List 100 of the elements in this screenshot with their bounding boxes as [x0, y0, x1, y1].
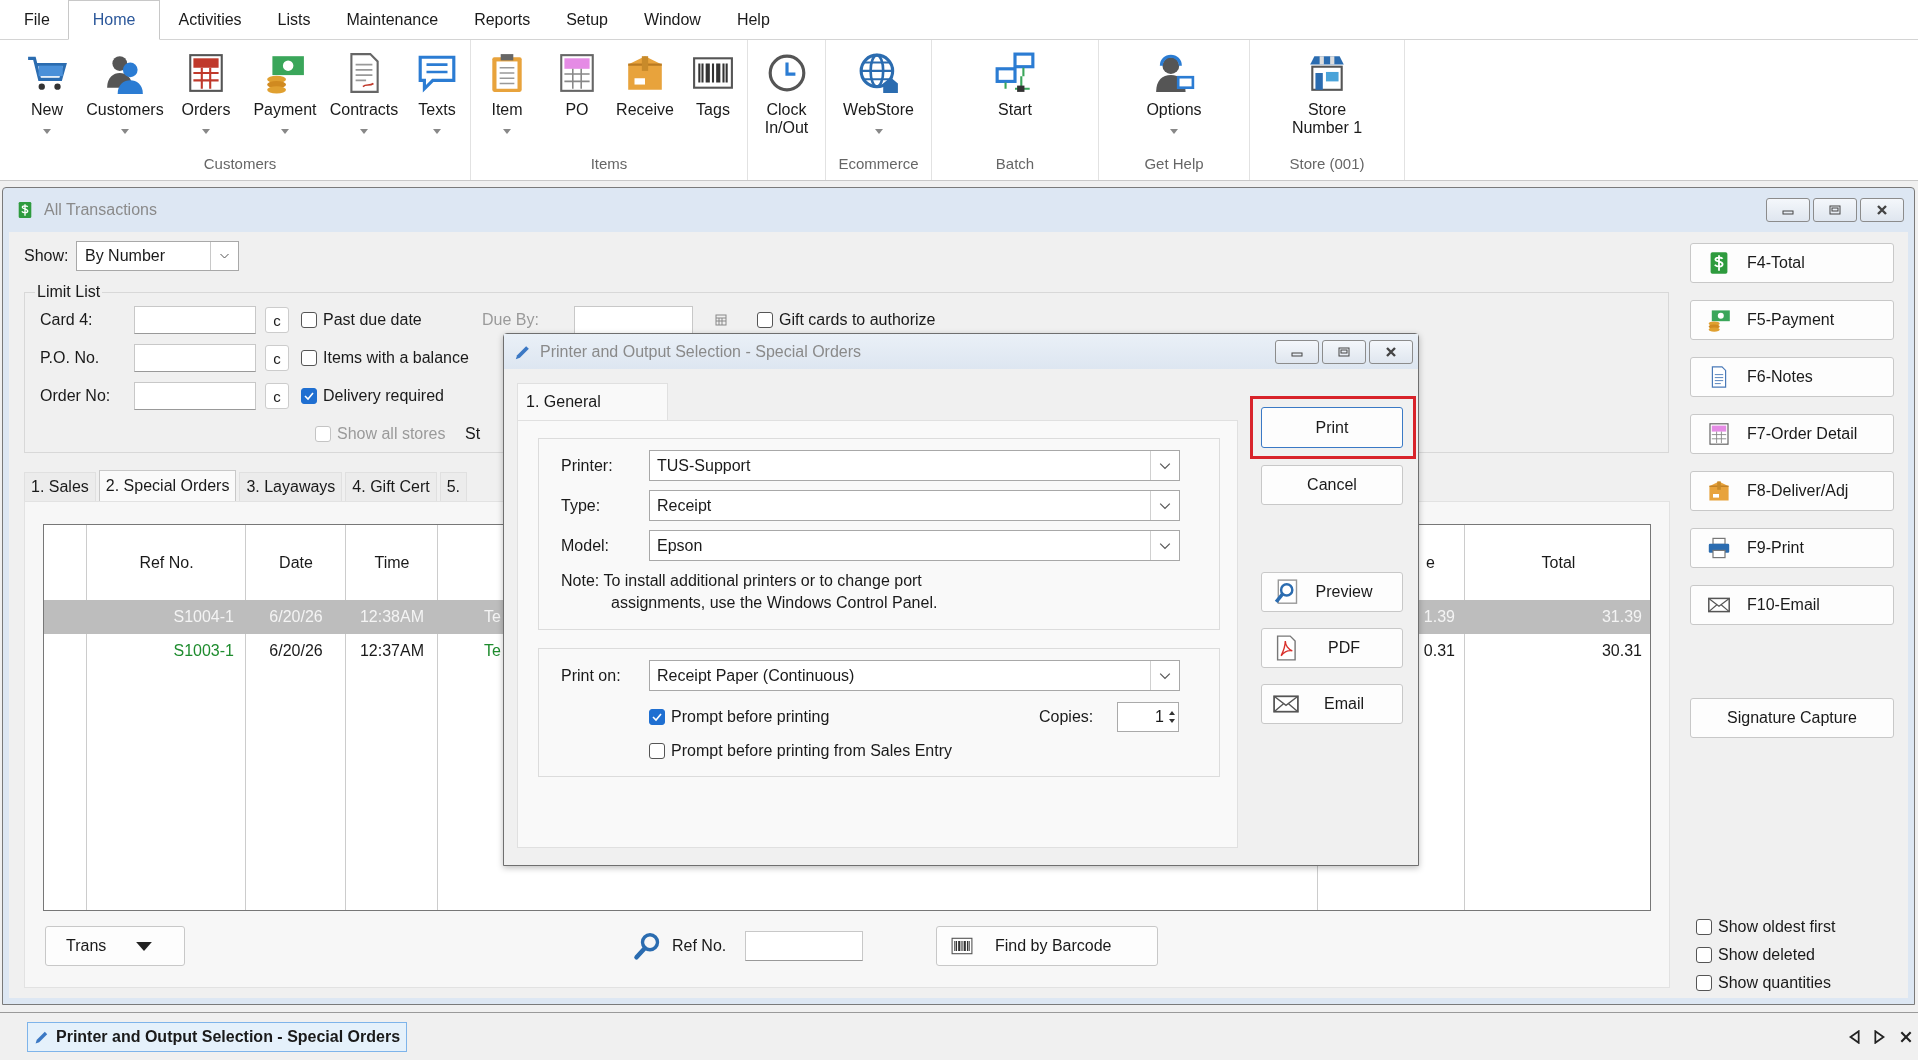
maximize-button[interactable] [1322, 339, 1366, 364]
column-header[interactable]: Total [1541, 553, 1576, 572]
function-button[interactable]: F6-Notes [1690, 357, 1894, 397]
text-field[interactable] [134, 344, 256, 372]
ribbon-button[interactable]: Store Number 1 [1250, 40, 1404, 154]
menu-item[interactable]: Home [67, 0, 161, 40]
dropdown[interactable]: Receipt Paper (Continuous) [649, 660, 1180, 691]
search-icon[interactable] [632, 931, 662, 961]
group-label: Customers [202, 154, 278, 174]
function-button[interactable]: F10-Email [1690, 585, 1894, 625]
output-button[interactable]: Preview [1261, 572, 1403, 612]
menu-item[interactable]: Activities [160, 0, 260, 39]
taskbar-item[interactable]: Printer and Output Selection - Special Orders [27, 1021, 408, 1052]
ribbon-button[interactable]: New [10, 40, 84, 154]
dropdown[interactable]: Epson [649, 530, 1180, 561]
show-select[interactable]: By Number [76, 241, 239, 271]
ribbon-button[interactable]: PO [543, 40, 611, 154]
ribbon-button[interactable]: Texts [404, 40, 470, 154]
dropdown[interactable]: Receipt [649, 490, 1180, 521]
ribbon-button[interactable]: Options [1099, 40, 1249, 154]
ribbon-button[interactable]: WebStore [826, 40, 931, 154]
signature-capture-button[interactable]: Signature Capture [1690, 698, 1894, 738]
dialog-button[interactable]: Print [1261, 407, 1403, 448]
checkbox[interactable] [301, 312, 317, 328]
ribbon-button[interactable]: Start [932, 40, 1098, 154]
field-label: Printer: [561, 456, 614, 475]
tab[interactable]: 1. Sales [24, 472, 96, 501]
checkbox[interactable] [301, 388, 317, 404]
due-by-label: Due By: [482, 311, 540, 329]
window-title: All Transactions [44, 201, 157, 219]
copies-spinner[interactable]: 1 [1117, 702, 1179, 732]
find-by-barcode-button[interactable]: Find by Barcode [936, 926, 1158, 966]
trans-button[interactable]: Trans [45, 926, 185, 966]
checkbox[interactable] [649, 709, 665, 725]
text-field[interactable] [134, 306, 256, 334]
checkbox[interactable] [1696, 947, 1712, 963]
checkbox-label: Show oldest first [1718, 918, 1836, 936]
menu-item[interactable]: Reports [456, 0, 549, 39]
menu-item[interactable]: Lists [259, 0, 329, 39]
close-icon[interactable] [1900, 1029, 1912, 1044]
menu-item[interactable]: Setup [548, 0, 626, 39]
form-icon [1707, 422, 1731, 446]
function-button[interactable]: F5-Payment [1690, 300, 1894, 340]
tab[interactable]: 2. Special Orders [98, 470, 237, 501]
text-field[interactable] [134, 382, 256, 410]
ribbon-button[interactable]: Receive [611, 40, 679, 154]
ribbon-button[interactable]: Orders [166, 40, 246, 154]
output-button[interactable]: PDF [1261, 628, 1403, 668]
ribbon-button[interactable]: Contracts [324, 40, 404, 154]
ribbon-button[interactable]: Item [471, 40, 543, 154]
checkbox-label: Show deleted [1718, 946, 1815, 964]
clear-button[interactable]: c [265, 345, 289, 371]
menu-item[interactable]: Window [625, 0, 719, 39]
tab[interactable]: 5. [439, 472, 468, 501]
close-button[interactable] [1860, 198, 1904, 222]
minimize-button[interactable] [1766, 198, 1810, 222]
show-label: Show: [24, 247, 70, 265]
column-header[interactable]: Ref No. [139, 553, 194, 572]
table-cell: 12:37AM [359, 642, 424, 660]
menu-item[interactable]: Help [718, 0, 788, 39]
function-button[interactable]: F8-Deliver/Adj [1690, 471, 1894, 511]
menu-item[interactable]: File [6, 0, 68, 39]
function-button[interactable]: F4-Total [1690, 243, 1894, 283]
caret-icon [136, 941, 153, 951]
field-label: P.O. No. [40, 349, 101, 367]
barcode-icon [951, 935, 973, 957]
tab[interactable]: 1. General [517, 383, 668, 420]
close-button[interactable] [1369, 339, 1413, 364]
clear-button[interactable]: c [265, 383, 289, 409]
menu-item[interactable]: Maintenance [328, 0, 457, 39]
checkbox-label: Prompt before printing [671, 708, 830, 726]
column-header[interactable]: e [1426, 553, 1435, 572]
next-icon[interactable] [1874, 1029, 1886, 1044]
dialog-button[interactable]: Cancel [1261, 465, 1403, 505]
column-header[interactable]: Time [374, 553, 410, 572]
ribbon-button[interactable]: Customers [84, 40, 166, 154]
checkbox[interactable] [757, 312, 773, 328]
ribbon-button[interactable]: Payment [246, 40, 324, 154]
tab[interactable]: 3. Layaways [239, 472, 343, 501]
group-label: Items [589, 154, 629, 174]
column-header[interactable]: Date [279, 553, 313, 572]
spin-arrows-icon[interactable] [1168, 709, 1176, 725]
ribbon-button[interactable]: Clock In/Out [748, 40, 825, 154]
checkbox[interactable] [1696, 975, 1712, 991]
clear-button[interactable]: c [265, 307, 289, 333]
ribbon-button[interactable]: Tags [679, 40, 747, 154]
checkbox[interactable] [649, 743, 665, 759]
tab[interactable]: 4. Gift Cert [345, 472, 437, 501]
checkbox[interactable] [301, 350, 317, 366]
function-button[interactable]: F9-Print [1690, 528, 1894, 568]
output-button[interactable]: Email [1261, 684, 1403, 724]
chevron-down-icon [1159, 541, 1171, 550]
date-field[interactable] [574, 306, 693, 334]
checkbox[interactable] [1696, 919, 1712, 935]
ref-no-field[interactable] [745, 931, 863, 961]
function-button[interactable]: F7-Order Detail [1690, 414, 1894, 454]
previous-icon[interactable] [1848, 1029, 1860, 1044]
minimize-button[interactable] [1275, 339, 1319, 364]
dropdown[interactable]: TUS-Support [649, 450, 1180, 481]
group-label: Get Help [1143, 154, 1205, 174]
